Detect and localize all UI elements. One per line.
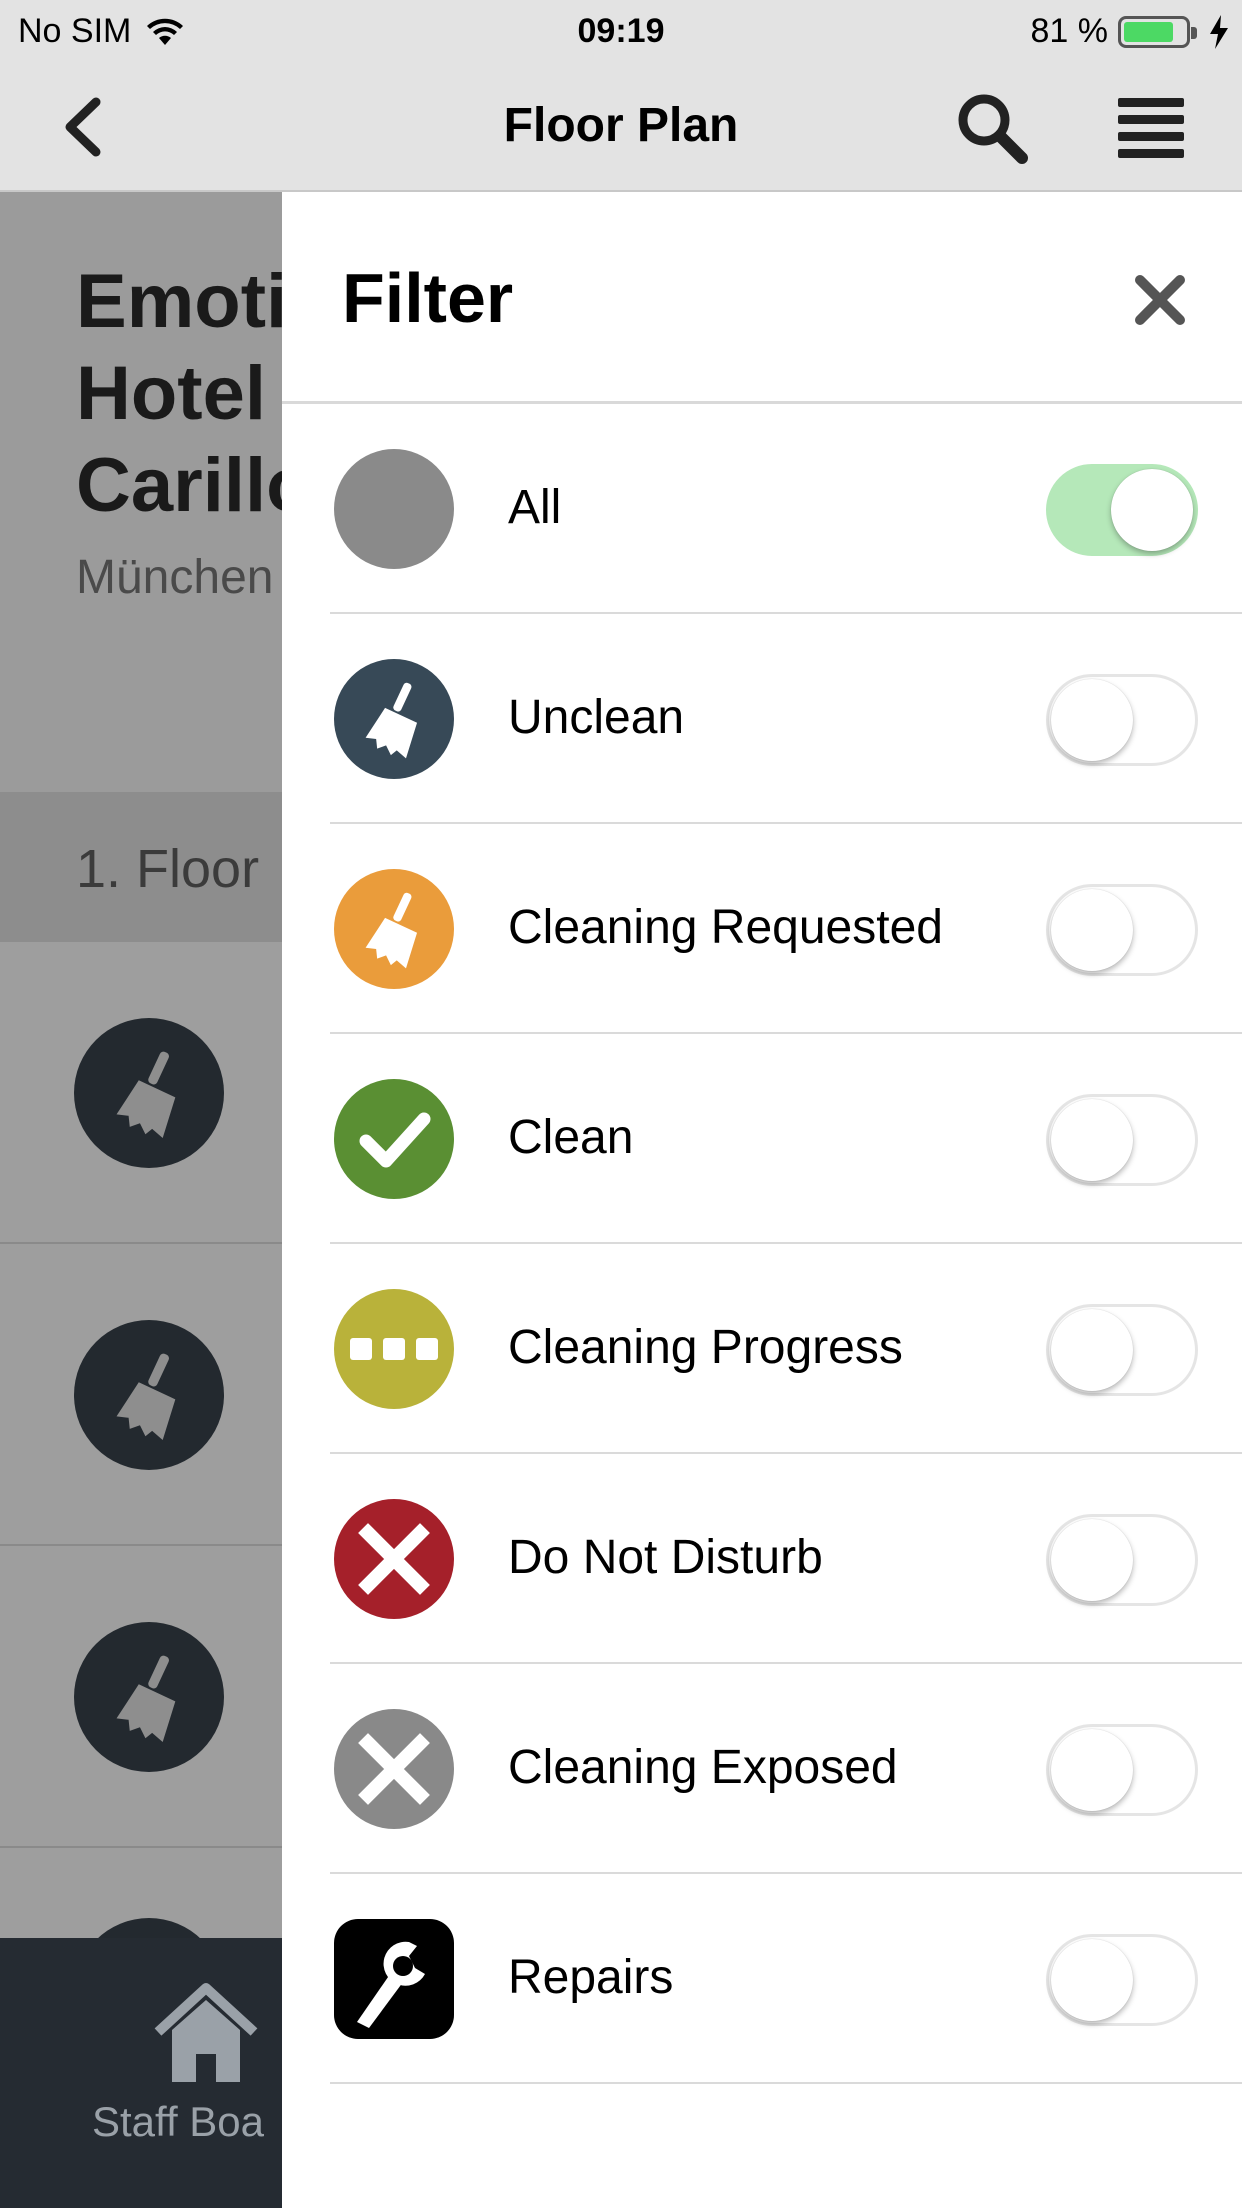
hotel-name-line: Emoti [76,259,282,344]
broom-icon [74,1320,224,1470]
battery-level [1124,21,1173,42]
hotel-name: Emoti Hotel Carillo [76,256,282,532]
toggle-cleaning-exposed[interactable] [1046,1724,1198,1816]
room-row [0,1546,282,1848]
broom-icon [334,659,454,779]
floor-header: 1. Floor [0,792,282,942]
x-icon [334,1499,454,1619]
room-row [0,942,282,1244]
toggle-knob [1051,1309,1133,1391]
status-right: 81 % [1031,12,1231,51]
filter-label: Cleaning Exposed [508,1741,898,1794]
filter-label: Repairs [508,1951,674,2004]
filter-row-clean[interactable]: Clean [330,1034,1242,1244]
charging-icon [1210,14,1228,49]
toggle-knob [1051,1519,1133,1601]
battery-percent: 81 % [1030,12,1109,50]
circle-icon [334,449,454,569]
x-icon [334,1709,454,1829]
room-row [0,1244,282,1546]
toggle-knob [1051,889,1133,971]
floor-label: 1. Floor [76,839,260,899]
filter-row-cleaning-progress[interactable]: Cleaning Progress [330,1244,1242,1454]
toggle-unclean[interactable] [1046,674,1198,766]
home-icon [154,1983,258,2082]
page-title: Floor Plan [503,99,739,152]
filter-label: Do Not Disturb [508,1531,823,1584]
hotel-city: München [76,551,274,604]
check-icon [334,1079,454,1199]
filter-panel: Filter All Unclean Cleaning Requested Cl… [282,192,1242,2208]
toggle-knob [1051,1729,1133,1811]
menu-icon[interactable] [1114,94,1188,162]
search-icon[interactable] [952,88,1032,168]
toggle-repairs[interactable] [1046,1934,1198,2026]
toggle-all[interactable] [1046,464,1198,556]
broom-icon [74,1622,224,1772]
hotel-name-line: Carillo [76,443,282,528]
wrench-icon [334,1919,454,2039]
filter-row-all[interactable]: All [330,404,1242,614]
toggle-cleaning-progress[interactable] [1046,1304,1198,1396]
hotel-name-line: Hotel [76,351,266,436]
tab-bar: Staff Boa [0,1938,282,2208]
filter-label: All [508,481,562,534]
filter-row-repairs[interactable]: Repairs [330,1874,1242,2084]
toggle-do-not-disturb[interactable] [1046,1514,1198,1606]
room-row [0,1848,282,2068]
filter-row-unclean[interactable]: Unclean [330,614,1242,824]
hotel-header: Emoti Hotel Carillo München [0,192,282,792]
battery-icon [1118,15,1197,48]
broom-icon [334,869,454,989]
toggle-knob [1111,469,1193,551]
filter-row-cleaning-requested[interactable]: Cleaning Requested [330,824,1242,1034]
dots-icon [334,1289,454,1409]
filter-row-cleaning-exposed[interactable]: Cleaning Exposed [330,1664,1242,1874]
filter-header: Filter [282,192,1242,404]
toggle-knob [1051,1939,1133,2021]
background-floor-plan: Emoti Hotel Carillo München 1. Floor Sta… [0,192,282,2208]
filter-label: Cleaning Requested [508,901,943,954]
filter-label: Unclean [508,691,685,744]
toggle-knob [1051,1099,1133,1181]
toggle-clean[interactable] [1046,1094,1198,1186]
navigation-bar: Floor Plan [0,62,1242,192]
filter-title: Filter [342,259,514,337]
filter-label: Clean [508,1111,634,1164]
tab-staff-board-label: Staff Boa [92,2098,265,2145]
toggle-cleaning-requested[interactable] [1046,884,1198,976]
status-bar: No SIM 09:19 81 % [0,0,1242,62]
filter-label: Cleaning Progress [508,1321,903,1374]
filter-row-do-not-disturb[interactable]: Do Not Disturb [330,1454,1242,1664]
toggle-knob [1051,679,1133,761]
close-icon[interactable] [1132,272,1188,328]
broom-icon [74,1018,224,1168]
